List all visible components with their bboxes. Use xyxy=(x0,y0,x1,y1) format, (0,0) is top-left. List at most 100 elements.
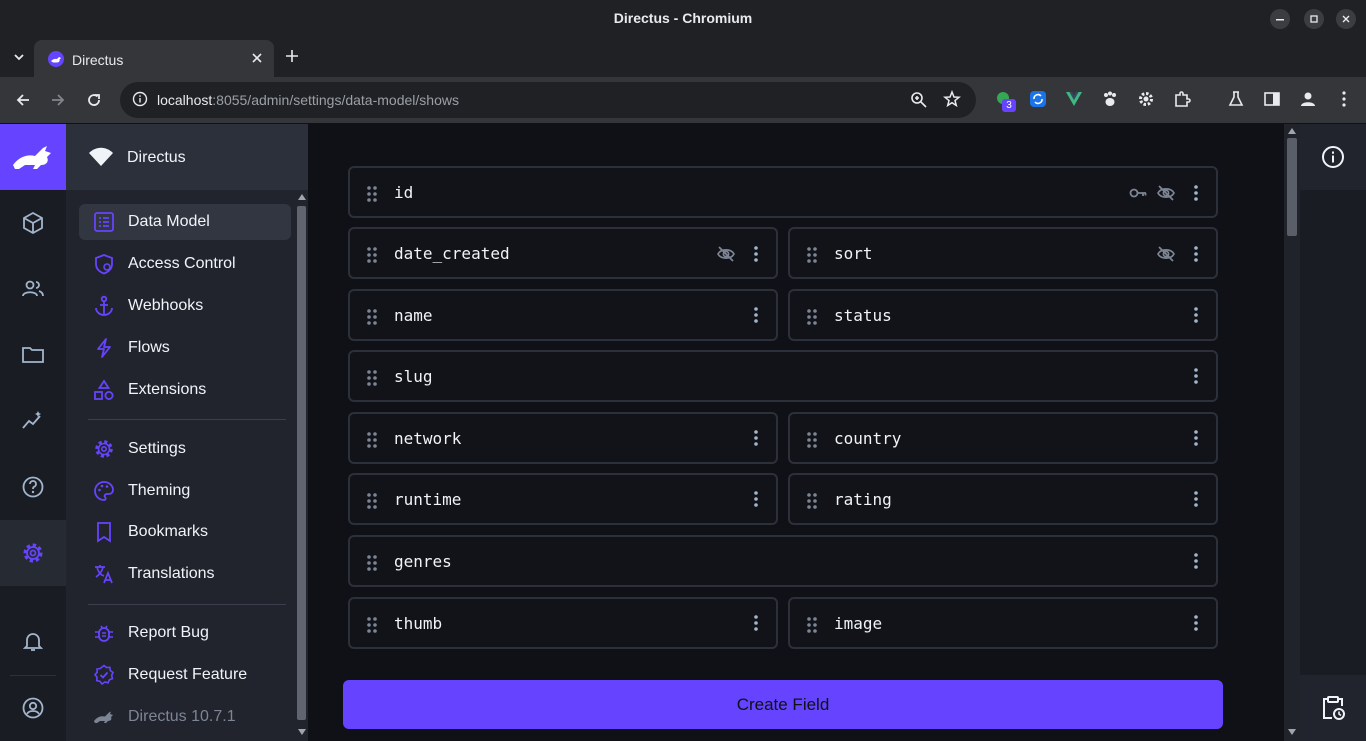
field-row[interactable]: genres xyxy=(348,535,1218,587)
nav-item-data-model[interactable]: Data Model xyxy=(79,204,291,240)
nav-item-label: Settings xyxy=(128,440,186,457)
field-row[interactable]: thumb xyxy=(348,597,778,649)
nav-item-report-bug[interactable]: Report Bug xyxy=(79,615,291,651)
field-row[interactable]: image xyxy=(788,597,1218,649)
field-menu-button[interactable] xyxy=(1184,429,1204,447)
nav-item-theming[interactable]: Theming xyxy=(79,473,291,509)
field-row[interactable]: name xyxy=(348,289,778,341)
main-scrollbar-thumb[interactable] xyxy=(1287,138,1297,236)
field-menu-button[interactable] xyxy=(1184,490,1204,508)
rail-insights[interactable] xyxy=(0,388,66,454)
close-window-button[interactable] xyxy=(1336,9,1356,29)
nav-item-settings[interactable]: Settings xyxy=(79,431,291,467)
field-menu-button[interactable] xyxy=(1184,306,1204,324)
project-header[interactable]: Directus xyxy=(66,124,308,190)
field-row[interactable]: slug xyxy=(348,350,1218,402)
rail-files[interactable] xyxy=(0,322,66,388)
drag-handle-icon[interactable] xyxy=(806,616,818,634)
field-row[interactable]: status xyxy=(788,289,1218,341)
field-menu-button[interactable] xyxy=(744,245,764,263)
drag-handle-icon[interactable] xyxy=(366,369,378,387)
browser-menu-button[interactable] xyxy=(1335,90,1353,108)
drag-handle-icon[interactable] xyxy=(806,431,818,449)
drag-handle-icon[interactable] xyxy=(366,431,378,449)
drag-handle-icon[interactable] xyxy=(366,616,378,634)
nav-item-bookmarks[interactable]: Bookmarks xyxy=(79,514,291,550)
rail-help[interactable] xyxy=(0,454,66,520)
browser-tab[interactable]: Directus xyxy=(34,40,274,77)
field-menu-button[interactable] xyxy=(1184,184,1204,202)
scroll-down-icon xyxy=(298,729,306,735)
field-row[interactable]: rating xyxy=(788,473,1218,525)
vue-devtools-button[interactable] xyxy=(1065,90,1083,108)
directus-logo[interactable] xyxy=(0,124,66,190)
gear-icon xyxy=(93,438,115,460)
extension-paw-button[interactable] xyxy=(1101,90,1119,108)
field-row[interactable]: id xyxy=(348,166,1218,218)
shapes-icon xyxy=(93,379,115,401)
nav-item-extensions[interactable]: Extensions xyxy=(79,372,291,408)
drag-handle-icon[interactable] xyxy=(806,492,818,510)
field-menu-button[interactable] xyxy=(744,490,764,508)
field-actions xyxy=(744,429,764,447)
help-icon xyxy=(22,476,44,498)
profile-button[interactable] xyxy=(1299,90,1317,108)
extension-gear-button[interactable] xyxy=(1137,90,1155,108)
nav-item-webhooks[interactable]: Webhooks xyxy=(79,288,291,324)
drag-handle-icon[interactable] xyxy=(366,492,378,510)
field-menu-button[interactable] xyxy=(744,429,764,447)
nav-item-flows[interactable]: Flows xyxy=(79,330,291,366)
minimize-button[interactable] xyxy=(1270,9,1290,29)
field-actions xyxy=(1184,614,1204,632)
field-row[interactable]: country xyxy=(788,412,1218,464)
back-button[interactable] xyxy=(14,91,32,109)
field-row[interactable]: date_created xyxy=(348,227,778,279)
clipboard-button[interactable] xyxy=(1300,675,1366,741)
rail-content[interactable] xyxy=(0,190,66,256)
nav-item-translations[interactable]: Translations xyxy=(79,556,291,592)
nav-scrollbar[interactable] xyxy=(296,190,308,739)
nav-scrollbar-thumb[interactable] xyxy=(297,206,306,720)
extension-badge-button[interactable]: 3 xyxy=(995,90,1016,112)
drag-handle-icon[interactable] xyxy=(366,185,378,203)
nav-item-version[interactable]: Directus 10.7.1 xyxy=(79,699,291,735)
drag-handle-icon[interactable] xyxy=(366,246,378,264)
field-menu-button[interactable] xyxy=(1184,552,1204,570)
rail-user-profile[interactable] xyxy=(0,675,66,741)
drag-handle-icon[interactable] xyxy=(366,308,378,326)
tab-search-button[interactable] xyxy=(12,50,26,64)
labs-button[interactable] xyxy=(1227,90,1245,108)
nav-item-request-feature[interactable]: Request Feature xyxy=(79,657,291,693)
rail-users[interactable] xyxy=(0,256,66,322)
field-menu-button[interactable] xyxy=(1184,367,1204,385)
bookmark-star-button[interactable] xyxy=(943,90,961,108)
site-info-icon[interactable] xyxy=(132,91,148,107)
extensions-button[interactable] xyxy=(1173,90,1191,108)
rail-notifications[interactable] xyxy=(0,608,66,674)
field-row[interactable]: sort xyxy=(788,227,1218,279)
zoom-button[interactable] xyxy=(910,91,928,109)
address-bar[interactable]: localhost:8055/admin/settings/data-model… xyxy=(120,82,976,118)
reload-button[interactable] xyxy=(85,91,103,109)
field-row[interactable]: network xyxy=(348,412,778,464)
tab-close-button[interactable] xyxy=(250,51,264,65)
drag-handle-icon[interactable] xyxy=(806,308,818,326)
extension-refresh-button[interactable] xyxy=(1029,90,1047,108)
create-field-button[interactable]: Create Field xyxy=(343,680,1223,729)
field-menu-button[interactable] xyxy=(1184,245,1204,263)
new-tab-button[interactable] xyxy=(284,48,300,64)
rail-settings[interactable] xyxy=(0,520,66,586)
drag-handle-icon[interactable] xyxy=(366,554,378,572)
drag-handle-icon[interactable] xyxy=(806,246,818,264)
info-toggle-button[interactable] xyxy=(1300,124,1366,190)
field-menu-button[interactable] xyxy=(744,306,764,324)
field-menu-button[interactable] xyxy=(1184,614,1204,632)
forward-button[interactable] xyxy=(49,91,67,109)
side-panel-button[interactable] xyxy=(1263,90,1281,108)
field-actions xyxy=(1128,183,1204,203)
field-row[interactable]: runtime xyxy=(348,473,778,525)
main-scrollbar[interactable] xyxy=(1284,124,1300,741)
nav-item-access-control[interactable]: Access Control xyxy=(79,246,291,282)
maximize-button[interactable] xyxy=(1304,9,1324,29)
field-menu-button[interactable] xyxy=(744,614,764,632)
